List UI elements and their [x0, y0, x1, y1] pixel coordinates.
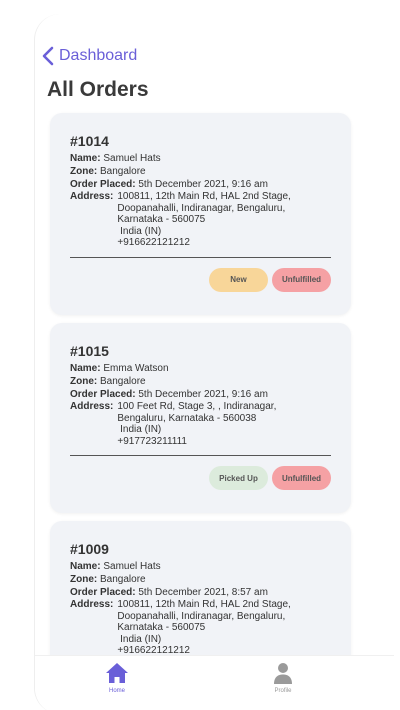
zone-key: Zone: [70, 376, 98, 387]
order-id: #1015 [70, 343, 109, 359]
address-line: 100 Feet Rd, Stage 3, , Indiranagar, [117, 401, 277, 412]
order-address-row: Address: 100 Feet Rd, Stage 3, , Indiran… [70, 401, 331, 447]
fulfillment-badge[interactable]: Unfulfilled [272, 466, 331, 490]
placed-key: Order Placed: [70, 389, 136, 400]
name-key: Name: [70, 363, 101, 374]
address-line: Karnataka - 560075 [117, 214, 206, 225]
order-address: 100811, 12th Main Rd, HAL 2nd Stage, Doo… [117, 191, 290, 249]
tab-home-label: Home [108, 688, 125, 694]
order-name: Samuel Hats [103, 561, 161, 572]
order-placed-row: Order Placed: 5th December 2021, 9:16 am [70, 388, 331, 401]
address-line: Doopanahalli, Indiranagar, Bengaluru, [117, 202, 286, 214]
order-placed: 5th December 2021, 9:16 am [138, 179, 268, 190]
status-badge-new[interactable]: New [209, 267, 268, 292]
order-id: #1009 [70, 541, 109, 557]
order-name: Emma Watson [103, 363, 169, 374]
bottom-tab-bar: Home Profile [35, 655, 394, 710]
placed-key: Order Placed: [70, 587, 136, 598]
order-zone-row: Zone: Bangalore [70, 375, 331, 388]
order-zone-row: Zone: Bangalore [70, 573, 331, 586]
placed-key: Order Placed: [70, 179, 136, 190]
order-card[interactable]: #1015 Name: Emma Watson Zone: Bangalore … [50, 323, 351, 513]
tab-profile-label: Profile [274, 688, 292, 694]
order-placed-row: Order Placed: 5th December 2021, 9:16 am [70, 178, 331, 191]
address-key: Address: [70, 599, 114, 610]
address-line: India (IN) [117, 225, 162, 237]
address-line: Karnataka - 560075 [117, 622, 206, 633]
address-line: India (IN) [117, 424, 162, 435]
order-zone: Bangalore [100, 376, 146, 387]
app-screen: Dashboard All Orders #1014 Name: Samuel … [34, 14, 394, 710]
tab-home[interactable]: Home [87, 662, 147, 706]
fulfillment-badge[interactable]: Unfulfilled [272, 267, 331, 292]
order-address: 100 Feet Rd, Stage 3, , Indiranagar, Ben… [117, 401, 276, 447]
order-name-row: Name: Emma Watson [70, 362, 331, 375]
order-placed-row: Order Placed: 5th December 2021, 8:57 am [70, 586, 331, 599]
order-zone: Bangalore [100, 166, 146, 177]
address-line: 100811, 12th Main Rd, HAL 2nd Stage, [117, 599, 291, 610]
zone-key: Zone: [70, 574, 98, 585]
order-name-row: Name: Samuel Hats [70, 560, 331, 573]
page-title: All Orders [47, 78, 149, 101]
address-line: 100811, 12th Main Rd, HAL 2nd Stage, [117, 191, 291, 202]
address-line: India (IN) [117, 633, 162, 645]
order-card[interactable]: #1014 Name: Samuel Hats Zone: Bangalore … [50, 113, 351, 315]
order-zone: Bangalore [100, 574, 146, 585]
address-key: Address: [70, 401, 114, 412]
status-badges: New Unfulfilled [70, 267, 331, 292]
back-label: Dashboard [59, 47, 138, 64]
order-name-row: Name: Samuel Hats [70, 152, 331, 165]
chevron-left-icon [42, 46, 54, 66]
order-address: 100811, 12th Main Rd, HAL 2nd Stage, Doo… [117, 599, 290, 657]
address-line: Doopanahalli, Indiranagar, Bengaluru, [117, 610, 286, 622]
user-icon [274, 663, 292, 684]
tab-profile[interactable]: Profile [253, 662, 313, 706]
name-key: Name: [70, 153, 101, 164]
order-id: #1014 [70, 133, 109, 149]
address-key: Address: [70, 191, 114, 202]
order-placed: 5th December 2021, 9:16 am [138, 389, 268, 400]
order-zone-row: Zone: Bangalore [70, 165, 331, 178]
zone-key: Zone: [70, 166, 98, 177]
phone-number: +917723211111 [117, 435, 187, 447]
order-name: Samuel Hats [103, 153, 161, 164]
status-badges: Picked Up Unfulfilled [70, 466, 331, 490]
status-badge-picked-up[interactable]: Picked Up [209, 466, 268, 490]
address-line: Bengaluru, Karnataka - 560038 [117, 412, 257, 424]
phone-number: +916622121212 [117, 237, 190, 248]
order-address-row: Address: 100811, 12th Main Rd, HAL 2nd S… [70, 191, 331, 249]
name-key: Name: [70, 561, 101, 572]
order-placed: 5th December 2021, 8:57 am [138, 587, 268, 598]
order-address-row: Address: 100811, 12th Main Rd, HAL 2nd S… [70, 599, 331, 657]
divider [70, 256, 331, 258]
home-icon [106, 663, 128, 683]
back-button[interactable]: Dashboard [41, 44, 137, 68]
order-list: #1014 Name: Samuel Hats Zone: Bangalore … [50, 113, 351, 710]
divider [70, 455, 331, 456]
